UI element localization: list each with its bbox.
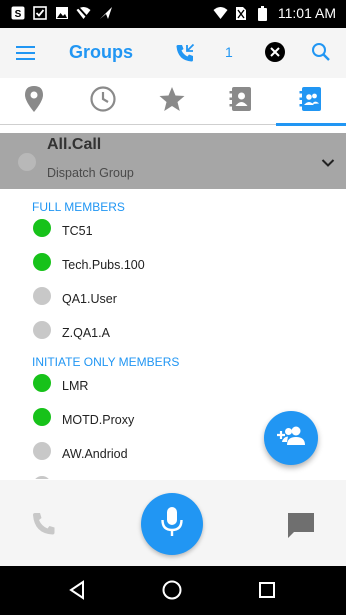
- star-icon: [158, 85, 186, 118]
- home-icon[interactable]: [160, 578, 184, 602]
- app-screen: Groups 1 All.Call Dispatch Group FULL ME…: [0, 28, 346, 566]
- list-item[interactable]: Z.QA1.A: [0, 318, 346, 346]
- menu-icon[interactable]: [16, 41, 40, 65]
- no-sim-icon: [234, 6, 249, 21]
- tab-bar: [0, 78, 346, 126]
- member-name: Z.QA1.A: [62, 326, 110, 340]
- group-status-dot: [18, 153, 36, 171]
- phone-incoming-icon[interactable]: [174, 42, 196, 64]
- member-name: QA1.User: [62, 292, 117, 306]
- tab-location[interactable]: [0, 78, 68, 125]
- list-item[interactable]: [0, 473, 346, 479]
- list-item[interactable]: QA1.User: [0, 284, 346, 312]
- clock-icon: [89, 85, 117, 118]
- microphone-icon: [160, 506, 184, 543]
- location-pin-icon: [22, 85, 46, 118]
- online-status-dot: [33, 374, 51, 392]
- member-name: MOTD.Proxy: [62, 413, 135, 427]
- group-header[interactable]: All.Call Dispatch Group: [0, 133, 346, 189]
- recents-icon[interactable]: [255, 578, 279, 602]
- notification-s-icon: S: [10, 5, 25, 20]
- send-icon: [98, 5, 113, 20]
- online-status-dot: [33, 408, 51, 426]
- member-name: Tech.Pubs.100: [62, 258, 145, 272]
- member-name: TC51: [62, 224, 93, 238]
- list-item[interactable]: LMR: [0, 371, 346, 399]
- battery-icon: [255, 5, 270, 21]
- tab-contacts[interactable]: [207, 78, 275, 125]
- member-name: AW.Andriod: [62, 447, 128, 461]
- toolbar: Groups 1: [0, 28, 346, 78]
- offline-status-dot: [33, 287, 51, 305]
- search-icon[interactable]: [310, 41, 332, 63]
- tab-groups[interactable]: [276, 78, 346, 126]
- wifi-icon: [213, 6, 228, 21]
- phone-icon[interactable]: [31, 511, 57, 537]
- group-add-icon: [276, 425, 306, 452]
- list-item[interactable]: TC51: [0, 216, 346, 244]
- offline-status-dot: [33, 476, 51, 479]
- online-status-dot: [33, 253, 51, 271]
- offline-status-dot: [33, 321, 51, 339]
- tab-favorites[interactable]: [138, 78, 206, 125]
- group-type: Dispatch Group: [47, 166, 134, 180]
- status-time: 11:01 AM: [277, 5, 336, 21]
- bottom-action-bar: [0, 480, 346, 566]
- image-icon: [54, 5, 69, 20]
- close-icon[interactable]: [265, 42, 285, 62]
- initiate-only-members-title: INITIATE ONLY MEMBERS: [32, 355, 180, 369]
- list-item[interactable]: Tech.Pubs.100: [0, 250, 346, 278]
- system-navigation-bar: [0, 566, 346, 615]
- back-icon[interactable]: [65, 578, 89, 602]
- system-icons: 11:01 AM: [213, 5, 336, 21]
- full-members-title: FULL MEMBERS: [32, 200, 125, 214]
- group-name: All.Call: [47, 136, 102, 153]
- message-icon[interactable]: [286, 511, 316, 539]
- checkbox-icon: [32, 5, 47, 20]
- chevron-down-icon[interactable]: [321, 155, 335, 167]
- status-bar: S 11:01 AM: [0, 0, 346, 28]
- offline-status-dot: [33, 442, 51, 460]
- online-status-dot: [33, 219, 51, 237]
- push-to-talk-button[interactable]: [141, 493, 203, 555]
- group-contacts-icon: [298, 85, 324, 118]
- contacts-book-icon: [228, 85, 254, 118]
- call-count: 1: [225, 44, 233, 60]
- add-group-member-button[interactable]: [264, 411, 318, 465]
- member-name: LMR: [62, 379, 89, 393]
- svg-text:S: S: [14, 9, 21, 20]
- notification-icons: S: [10, 5, 113, 20]
- wifi-off-icon: [76, 5, 91, 20]
- tab-recent[interactable]: [69, 78, 137, 125]
- page-title: Groups: [69, 42, 134, 62]
